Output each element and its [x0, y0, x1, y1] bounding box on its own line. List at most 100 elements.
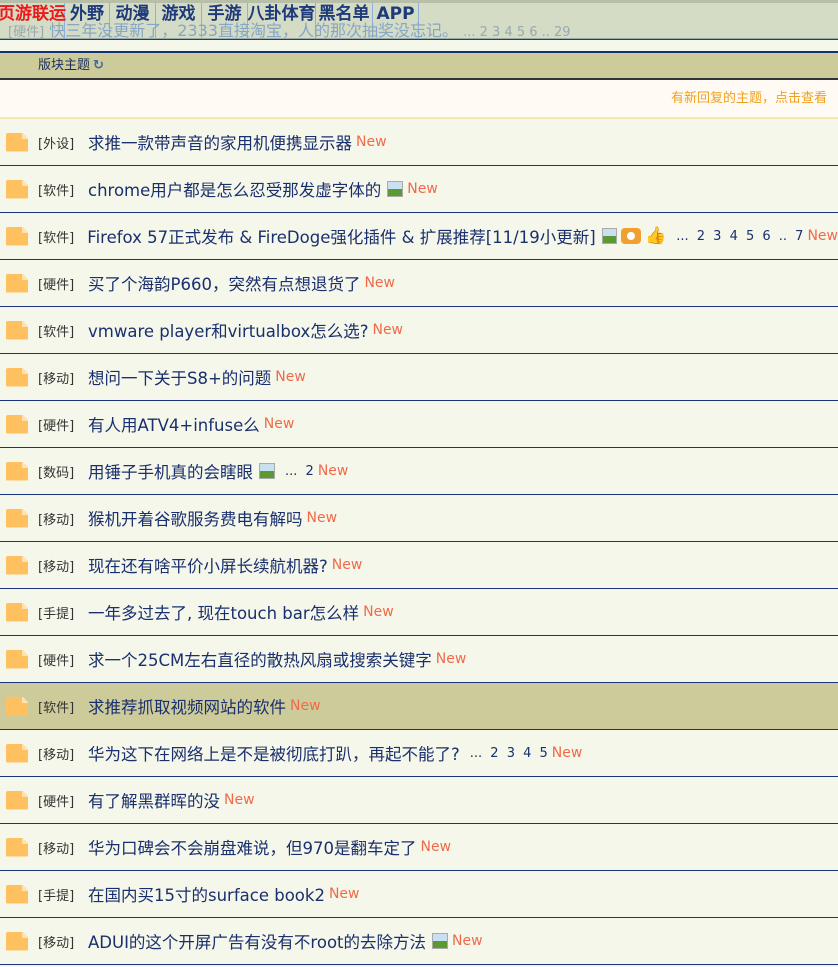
- topic-tag[interactable]: [移动]: [38, 509, 80, 528]
- new-badge: New: [224, 792, 255, 808]
- folder-icon: [6, 837, 28, 857]
- nav-tab[interactable]: 外野: [65, 3, 110, 39]
- topic-row: [数码] 用锤子手机真的会瞎眼 ... 2 New: [0, 448, 838, 495]
- folder-icon: [6, 367, 28, 387]
- folder-icon: [6, 696, 28, 716]
- topic-row: [移动] ADUI的这个开屏广告有没有不root的去除方法 New: [0, 918, 838, 965]
- nav-tab[interactable]: 页游联运: [0, 3, 66, 39]
- topic-title-link[interactable]: 有人用ATV4+infuse么: [88, 412, 260, 436]
- page-links[interactable]: ... 2 3 4 5: [470, 746, 548, 761]
- topic-title-link[interactable]: 华为口碑会不会崩盘难说，但970是翻车定了: [88, 835, 417, 859]
- camera-icon: [621, 228, 642, 244]
- topic-title-link[interactable]: 用锤子手机真的会瞎眼: [88, 459, 253, 483]
- topic-title-link[interactable]: 现在还有啥平价小屏长续航机器?: [88, 553, 328, 577]
- topic-title-link[interactable]: 在国内买15寸的surface book2: [88, 882, 325, 906]
- folder-icon: [6, 320, 28, 340]
- topic-row: [外设] 求推一款带声音的家用机便携显示器 New: [0, 119, 838, 166]
- topic-row: [软件] chrome用户都是怎么忍受那发虚字体的 New: [0, 166, 838, 213]
- topic-tag[interactable]: [硬件]: [38, 274, 80, 293]
- new-badge: New: [356, 134, 387, 150]
- topic-tag[interactable]: [硬件]: [38, 791, 80, 810]
- nav-tab[interactable]: APP: [373, 3, 419, 39]
- topic-tag[interactable]: [移动]: [38, 838, 80, 857]
- topic-tag[interactable]: [手提]: [38, 603, 80, 622]
- folder-icon: [6, 743, 28, 763]
- topic-row: [手提] 在国内买15寸的surface book2 New: [0, 871, 838, 918]
- topic-tag[interactable]: [数码]: [38, 462, 80, 481]
- folder-icon: [6, 273, 28, 293]
- topic-title-link[interactable]: 一年多过去了, 现在touch bar怎么样: [88, 600, 359, 624]
- topic-tag[interactable]: [移动]: [38, 368, 80, 387]
- folder-icon: [6, 508, 28, 528]
- folder-icon: [6, 179, 28, 199]
- topic-title-link[interactable]: 猴机开着谷歌服务费电有解吗: [88, 506, 303, 530]
- new-badge: New: [372, 322, 404, 338]
- topic-title-link[interactable]: vmware player和virtualbox怎么选?: [88, 318, 368, 342]
- topic-title-link[interactable]: chrome用户都是怎么忍受那发虚字体的: [88, 177, 381, 201]
- new-badge: New: [363, 604, 394, 620]
- topic-row: [移动] 华为这下在网络上是不是被彻底打趴，再起不能了? ... 2 3 4 5 Ne…: [0, 730, 838, 777]
- topic-list: [外设] 求推一款带声音的家用机便携显示器 New [软件] chrome用户都是怎么忍…: [0, 119, 838, 965]
- folder-icon: [6, 884, 28, 904]
- topic-title-link[interactable]: 华为这下在网络上是不是被彻底打趴，再起不能了?: [88, 741, 460, 765]
- topic-tag[interactable]: [硬件]: [38, 650, 80, 669]
- folder-icon: [6, 226, 28, 246]
- topic-title-link[interactable]: 想问一下关于S8+的问题: [88, 365, 271, 389]
- folder-icon: [6, 132, 28, 152]
- topic-tag[interactable]: [软件]: [38, 227, 79, 246]
- topic-row: [硬件] 求一个25CM左右直径的散热风扇或搜索关键字 New: [0, 636, 838, 683]
- topic-row: [移动] 现在还有啥平价小屏长续航机器? New: [0, 542, 838, 589]
- topic-row: [硬件] 买了个海韵P660，突然有点想退货了 New: [0, 260, 838, 307]
- page-links[interactable]: ... 2: [285, 464, 314, 479]
- new-badge: New: [452, 933, 483, 949]
- topic-row: [移动] 猴机开着谷歌服务费电有解吗 New: [0, 495, 838, 542]
- topic-row: [硬件] 有人用ATV4+infuse么 New: [0, 401, 838, 448]
- new-badge: New: [420, 839, 452, 855]
- topic-title-link[interactable]: Firefox 57正式发布 & FireDoge强化插件 & 扩展推荐[11/…: [87, 224, 595, 248]
- topic-row: [移动] 华为口碑会不会崩盘难说，但970是翻车定了 New: [0, 824, 838, 871]
- image-attachment-icon: [387, 181, 404, 197]
- page-links[interactable]: ... 2 3 4 5 6 .. 7: [676, 229, 803, 244]
- nav-tab[interactable]: 游戏: [156, 3, 202, 39]
- topic-tag[interactable]: [外设]: [38, 133, 80, 152]
- topic-tag[interactable]: [软件]: [38, 180, 80, 199]
- topic-row: [软件] vmware player和virtualbox怎么选? New: [0, 307, 838, 354]
- image-attachment-icon: [601, 228, 618, 244]
- topic-row: [硬件] 有了解黑群晖的没 New: [0, 777, 838, 824]
- folder-icon: [6, 790, 28, 810]
- new-badge: New: [290, 698, 321, 714]
- folder-icon: [6, 414, 28, 434]
- new-replies-notice[interactable]: 有新回复的主题，点击查看: [0, 80, 838, 119]
- topic-tag[interactable]: [移动]: [38, 932, 80, 951]
- topic-title-link[interactable]: 求一个25CM左右直径的散热风扇或搜索关键字: [88, 647, 432, 671]
- topic-title-link[interactable]: ADUI的这个开屏广告有没有不root的去除方法: [88, 929, 426, 953]
- topic-tag[interactable]: [移动]: [38, 556, 80, 575]
- nav-tab[interactable]: 黑名单: [316, 3, 373, 39]
- topic-tag[interactable]: [移动]: [38, 744, 80, 763]
- refresh-icon[interactable]: ↻: [93, 58, 104, 73]
- image-attachment-icon: [259, 463, 275, 479]
- topic-row: [手提] 一年多过去了, 现在touch bar怎么样 New: [0, 589, 838, 636]
- nav-tab[interactable]: 手游: [202, 3, 248, 39]
- topic-row: [移动] 想问一下关于S8+的问题 New: [0, 354, 838, 401]
- new-badge: New: [263, 416, 295, 432]
- folder-icon: [6, 931, 28, 951]
- topic-tag[interactable]: [手提]: [38, 885, 80, 904]
- thumbs-up-icon: 👍: [645, 226, 667, 246]
- divider: [0, 39, 838, 51]
- new-badge: New: [331, 557, 363, 573]
- new-badge: New: [317, 463, 349, 479]
- topic-title-link[interactable]: 求推一款带声音的家用机便携显示器: [88, 130, 352, 154]
- nav-tab[interactable]: 八卦体育: [248, 3, 316, 39]
- topic-row: [软件] 求推荐抓取视频网站的软件 New: [0, 683, 838, 730]
- topic-title-link[interactable]: 有了解黑群晖的没: [88, 788, 220, 812]
- topic-tag[interactable]: [软件]: [38, 321, 80, 340]
- topic-title-link[interactable]: 求推荐抓取视频网站的软件: [88, 694, 286, 718]
- topic-tag[interactable]: [软件]: [38, 697, 80, 716]
- topic-row: [软件] Firefox 57正式发布 & FireDoge强化插件 & 扩展推荐…: [0, 213, 838, 260]
- new-badge: New: [435, 651, 467, 667]
- nav-tab[interactable]: 动漫: [110, 3, 156, 39]
- topic-tag[interactable]: [硬件]: [38, 415, 80, 434]
- folder-icon: [6, 649, 28, 669]
- topic-title-link[interactable]: 买了个海韵P660，突然有点想退货了: [88, 271, 360, 295]
